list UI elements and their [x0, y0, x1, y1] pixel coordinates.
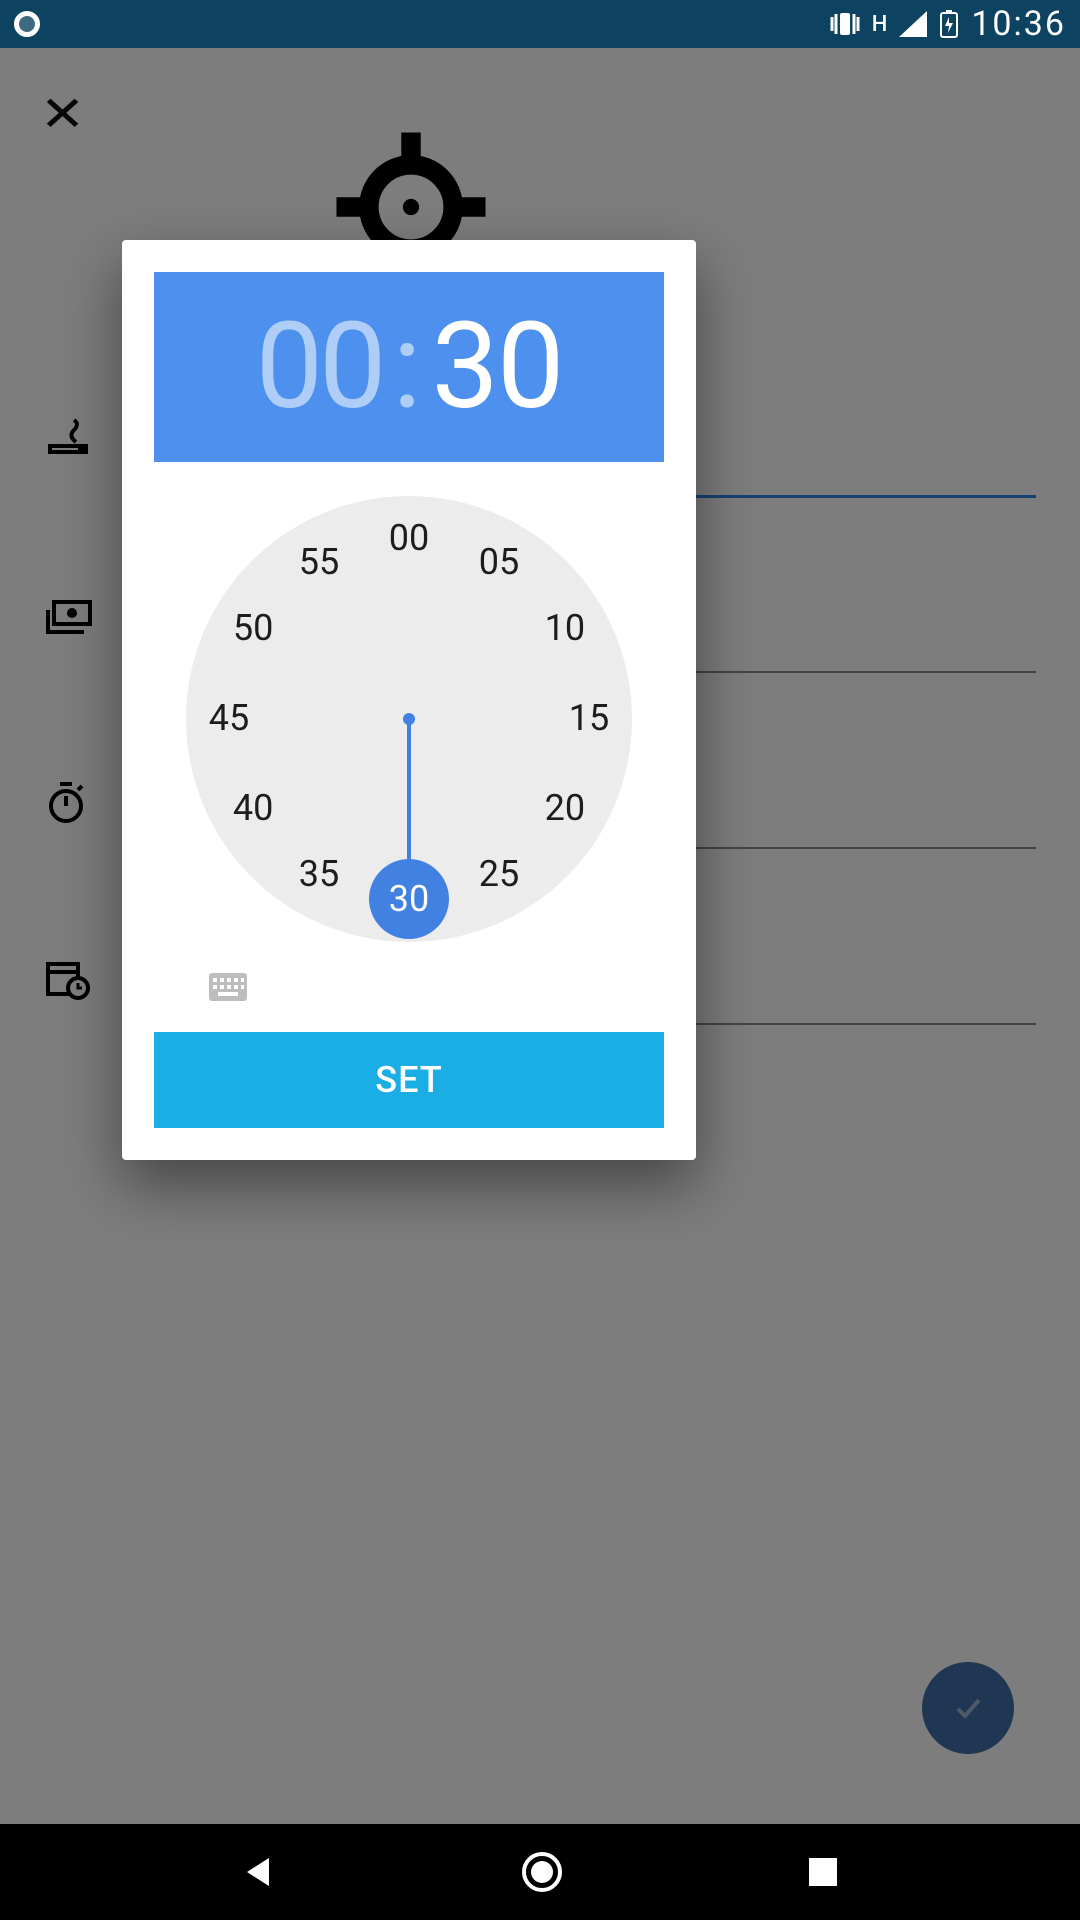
set-button[interactable]: SET [154, 1032, 664, 1128]
clock-minute-45[interactable]: 45 [201, 697, 257, 739]
clock-minute-05[interactable]: 05 [471, 541, 527, 583]
status-time: 10:36 [971, 4, 1066, 44]
clock-center-dot [403, 713, 415, 725]
nav-back-button[interactable] [241, 1854, 277, 1890]
time-colon: : [392, 297, 421, 437]
square-recent-icon [807, 1856, 839, 1888]
time-header: 00 : 30 [154, 272, 664, 462]
battery-charging-icon [939, 9, 959, 39]
clock-minute-20[interactable]: 20 [537, 787, 593, 829]
clock-minute-35[interactable]: 35 [291, 853, 347, 895]
clock-minute-15[interactable]: 15 [561, 697, 617, 739]
clock-minute-25[interactable]: 25 [471, 853, 527, 895]
vibrate-icon [830, 11, 860, 37]
minutes-display[interactable]: 30 [432, 297, 563, 437]
time-picker-dialog: 00 : 30 30 00 0510 15 2025 3540 45 5055 SET [122, 240, 696, 1160]
clock-minute-55[interactable]: 55 [291, 541, 347, 583]
clock-selected-knob[interactable]: 30 [369, 859, 449, 939]
triangle-back-icon [241, 1854, 277, 1890]
nav-home-button[interactable] [520, 1850, 564, 1894]
clock-minute-00[interactable]: 00 [381, 517, 437, 559]
camera-notch-icon [14, 11, 40, 37]
clock-minute-40[interactable]: 40 [225, 787, 281, 829]
clock-minute-10[interactable]: 10 [537, 607, 593, 649]
hours-display[interactable]: 00 [256, 297, 383, 437]
nav-recent-button[interactable] [807, 1856, 839, 1888]
signal-icon [899, 11, 927, 37]
status-left [14, 11, 40, 37]
status-bar: H 10:36 [0, 0, 1080, 48]
navigation-bar [0, 1824, 1080, 1920]
keyboard-icon [208, 972, 248, 1002]
clock-minute-50[interactable]: 50 [225, 607, 281, 649]
clock-face[interactable]: 30 00 0510 15 2025 3540 45 5055 [186, 496, 632, 942]
clock-selected-label: 30 [389, 878, 429, 920]
keyboard-input-toggle[interactable] [208, 972, 248, 1002]
status-right: H 10:36 [830, 4, 1066, 44]
circle-home-icon [520, 1850, 564, 1894]
network-type-icon: H [872, 12, 888, 37]
